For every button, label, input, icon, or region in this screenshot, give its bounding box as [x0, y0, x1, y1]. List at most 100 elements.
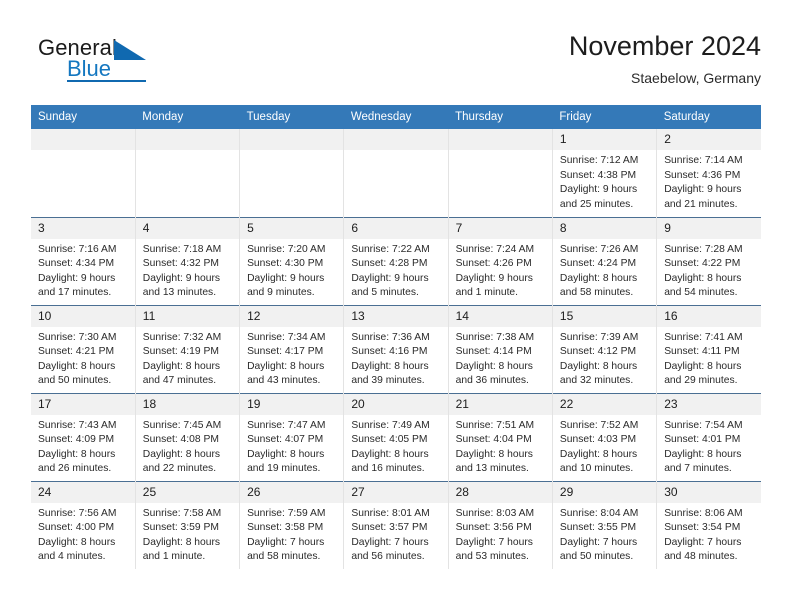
sunrise-text: Sunrise: 8:06 AM — [664, 507, 743, 519]
sunrise-text: Sunrise: 7:58 AM — [142, 507, 222, 519]
calendar-day-cell[interactable]: 3 Sunrise: 7:16 AM Sunset: 4:34 PM Daylight… — [31, 216, 136, 305]
calendar-week-row: 10 Sunrise: 7:30 AM Sunset: 4:21 PM Dayligh… — [31, 304, 761, 393]
calendar-day-cell[interactable]: 16 Sunrise: 7:41 AM Sunset: 4:11 PM Dayligh… — [656, 304, 761, 393]
day-number: 17 — [31, 393, 135, 415]
sunrise-text: Sunrise: 7:51 AM — [455, 419, 535, 431]
sunset-text: Sunset: 4:00 PM — [38, 522, 115, 534]
day-number: 11 — [135, 305, 240, 327]
calendar-day-cell[interactable]: 18 Sunrise: 7:45 AM Sunset: 4:08 PM Dayligh… — [134, 392, 240, 481]
sunset-text: Sunset: 4:11 PM — [664, 346, 740, 358]
sunrise-text: Sunrise: 7:18 AM — [142, 243, 222, 255]
daylight-text: Daylight: 9 hours and 17 minutes. — [38, 272, 116, 299]
calendar-day-cell[interactable]: 19 Sunrise: 7:47 AM Sunset: 4:07 PM Dayligh… — [239, 392, 344, 481]
day-details: Sunrise: 7:24 AM Sunset: 4:26 PM Daylight:… — [449, 239, 552, 301]
sunrise-text: Sunrise: 7:34 AM — [247, 331, 326, 343]
daylight-text: Daylight: 9 hours and 21 minutes. — [664, 184, 742, 210]
calendar-day-cell[interactable]: 12 Sunrise: 7:34 AM Sunset: 4:17 PM Dayligh… — [239, 304, 344, 393]
calendar-day-cell[interactable]: 5 Sunrise: 7:20 AM Sunset: 4:30 PM Daylight… — [239, 216, 344, 305]
calendar-day-cell[interactable]: 23 Sunrise: 7:54 AM Sunset: 4:01 PM Dayligh… — [656, 392, 761, 481]
sunset-text: Sunset: 3:54 PM — [664, 522, 741, 534]
day-details: Sunrise: 7:47 AM Sunset: 4:07 PM Daylight:… — [240, 415, 343, 477]
day-number: 14 — [448, 305, 552, 327]
sunrise-text: Sunrise: 7:16 AM — [38, 243, 117, 255]
day-details: Sunrise: 7:59 AM Sunset: 3:58 PM Daylight:… — [240, 503, 343, 565]
day-number — [344, 129, 448, 150]
day-number: 29 — [552, 481, 657, 503]
page-title: November 2024 — [568, 31, 761, 61]
calendar-day-cell[interactable]: 27 Sunrise: 8:01 AM Sunset: 3:57 PM Dayligh… — [343, 480, 449, 569]
sunset-text: Sunset: 4:01 PM — [664, 434, 741, 446]
calendar-day-cell[interactable]: 24 Sunrise: 7:56 AM Sunset: 4:00 PM Dayligh… — [31, 480, 136, 569]
sunrise-text: Sunrise: 7:22 AM — [351, 243, 430, 255]
sunrise-text: Sunrise: 7:30 AM — [38, 331, 117, 343]
calendar-day-cell[interactable]: 20 Sunrise: 7:49 AM Sunset: 4:05 PM Dayligh… — [343, 392, 449, 481]
calendar-day-cell[interactable]: 21 Sunrise: 7:51 AM Sunset: 4:04 PM Dayligh… — [447, 392, 553, 481]
day-details: Sunrise: 8:06 AM Sunset: 3:54 PM Daylight:… — [657, 503, 761, 565]
day-number: 21 — [448, 393, 552, 415]
sunrise-text: Sunrise: 7:52 AM — [559, 419, 639, 431]
calendar-day-cell[interactable]: 14 Sunrise: 7:38 AM Sunset: 4:14 PM Dayligh… — [447, 304, 553, 393]
calendar-day-cell[interactable]: 30 Sunrise: 8:06 AM Sunset: 3:54 PM Dayligh… — [656, 480, 761, 569]
day-details: Sunrise: 7:49 AM Sunset: 4:05 PM Daylight:… — [344, 415, 447, 477]
daylight-text: Daylight: 9 hours and 9 minutes. — [247, 272, 325, 299]
daylight-text: Daylight: 8 hours and 1 minute. — [142, 536, 221, 563]
daylight-text: Daylight: 8 hours and 36 minutes. — [455, 360, 533, 387]
sunrise-text: Sunrise: 7:39 AM — [559, 331, 639, 343]
day-number: 27 — [344, 481, 448, 503]
calendar-day-cell-empty — [447, 129, 553, 217]
sunset-text: Sunset: 4:14 PM — [455, 346, 532, 358]
calendar-day-cell[interactable]: 26 Sunrise: 7:59 AM Sunset: 3:58 PM Dayligh… — [239, 480, 344, 569]
day-number: 15 — [552, 305, 657, 327]
day-number: 19 — [240, 393, 344, 415]
calendar-day-cell[interactable]: 1 Sunrise: 7:12 AM Sunset: 4:38 PM Daylight… — [551, 129, 657, 217]
logo-underline — [67, 80, 146, 82]
calendar-week-row: 3 Sunrise: 7:16 AM Sunset: 4:34 PM Daylight… — [31, 216, 761, 305]
sunrise-text: Sunrise: 7:54 AM — [664, 419, 743, 431]
calendar-day-cell[interactable]: 4 Sunrise: 7:18 AM Sunset: 4:32 PM Daylight… — [134, 216, 240, 305]
calendar-day-cell[interactable]: 28 Sunrise: 8:03 AM Sunset: 3:56 PM Dayligh… — [447, 480, 553, 569]
daylight-text: Daylight: 9 hours and 5 minutes. — [351, 272, 429, 299]
day-details: Sunrise: 7:52 AM Sunset: 4:03 PM Daylight:… — [553, 415, 656, 477]
calendar-day-cell[interactable]: 15 Sunrise: 7:39 AM Sunset: 4:12 PM Dayligh… — [551, 304, 657, 393]
calendar-day-cell[interactable]: 10 Sunrise: 7:30 AM Sunset: 4:21 PM Dayligh… — [31, 304, 136, 393]
calendar-day-cell[interactable]: 13 Sunrise: 7:36 AM Sunset: 4:16 PM Dayligh… — [343, 304, 449, 393]
day-number: 26 — [240, 481, 344, 503]
sunset-text: Sunset: 4:34 PM — [38, 258, 115, 270]
sunset-text: Sunset: 4:09 PM — [38, 434, 115, 446]
sunset-text: Sunset: 4:17 PM — [247, 346, 324, 358]
calendar-day-cell[interactable]: 7 Sunrise: 7:24 AM Sunset: 4:26 PM Daylight… — [447, 216, 553, 305]
calendar-day-cell[interactable]: 29 Sunrise: 8:04 AM Sunset: 3:55 PM Dayligh… — [551, 480, 657, 569]
day-details: Sunrise: 7:16 AM Sunset: 4:34 PM Daylight:… — [31, 239, 135, 301]
sunrise-text: Sunrise: 7:36 AM — [351, 331, 430, 343]
sunset-text: Sunset: 4:19 PM — [142, 346, 219, 358]
daylight-text: Daylight: 7 hours and 53 minutes. — [455, 536, 533, 563]
calendar-day-cell[interactable]: 22 Sunrise: 7:52 AM Sunset: 4:03 PM Dayligh… — [551, 392, 657, 481]
calendar-body: 1 Sunrise: 7:12 AM Sunset: 4:38 PM Daylight… — [31, 129, 761, 569]
day-number: 20 — [344, 393, 448, 415]
calendar-day-cell-empty — [239, 129, 344, 217]
sunrise-text: Sunrise: 7:43 AM — [38, 419, 117, 431]
calendar-day-cell[interactable]: 25 Sunrise: 7:58 AM Sunset: 3:59 PM Dayligh… — [134, 480, 240, 569]
calendar-day-cell[interactable]: 11 Sunrise: 7:32 AM Sunset: 4:19 PM Dayligh… — [134, 304, 240, 393]
calendar-day-cell[interactable]: 2 Sunrise: 7:14 AM Sunset: 4:36 PM Daylight… — [656, 129, 761, 217]
day-number — [448, 129, 552, 150]
daylight-text: Daylight: 8 hours and 47 minutes. — [142, 360, 221, 387]
daylight-text: Daylight: 8 hours and 54 minutes. — [664, 272, 742, 299]
day-number — [135, 129, 240, 150]
sunset-text: Sunset: 4:22 PM — [664, 258, 741, 270]
day-number: 8 — [552, 217, 657, 239]
calendar-week-row: 17 Sunrise: 7:43 AM Sunset: 4:09 PM Dayligh… — [31, 392, 761, 481]
calendar-day-cell[interactable]: 8 Sunrise: 7:26 AM Sunset: 4:24 PM Daylight… — [551, 216, 657, 305]
daylight-text: Daylight: 8 hours and 13 minutes. — [455, 448, 533, 475]
day-number: 9 — [657, 217, 761, 239]
day-details: Sunrise: 7:41 AM Sunset: 4:11 PM Daylight:… — [657, 327, 761, 389]
daylight-text: Daylight: 8 hours and 22 minutes. — [142, 448, 221, 475]
calendar-day-cell[interactable]: 17 Sunrise: 7:43 AM Sunset: 4:09 PM Dayligh… — [31, 392, 136, 481]
day-details: Sunrise: 7:36 AM Sunset: 4:16 PM Daylight:… — [344, 327, 447, 389]
weekday-header-sunday: Sunday — [31, 105, 136, 129]
calendar-day-cell[interactable]: 9 Sunrise: 7:28 AM Sunset: 4:22 PM Daylight… — [656, 216, 761, 305]
weekday-header-saturday: Saturday — [656, 105, 761, 129]
sunrise-text: Sunrise: 7:47 AM — [247, 419, 326, 431]
sunrise-text: Sunrise: 7:41 AM — [664, 331, 743, 343]
calendar-day-cell[interactable]: 6 Sunrise: 7:22 AM Sunset: 4:28 PM Daylight… — [343, 216, 449, 305]
